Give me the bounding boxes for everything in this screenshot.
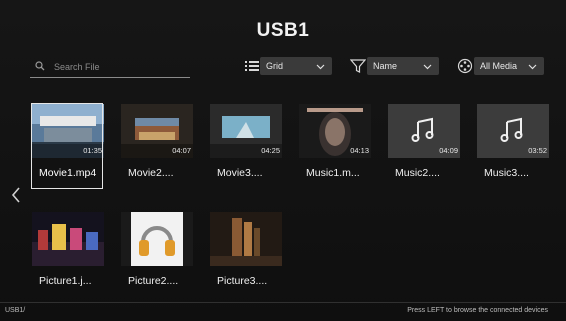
grid-view-icon (245, 61, 259, 71)
duration-label: 04:13 (350, 146, 369, 155)
picture-thumbnail (32, 212, 104, 266)
tile-label: Picture1.j... (39, 275, 92, 287)
tile-label: Music3.... (484, 167, 529, 179)
media-tile-music1[interactable]: 04:13 Music1.m... (299, 104, 373, 190)
tile-label: Music2.... (395, 167, 440, 179)
tile-label: Movie1.mp4 (39, 167, 97, 179)
duration-label: 03:52 (528, 146, 547, 155)
footer-divider (0, 302, 566, 303)
picture-thumbnail (121, 212, 193, 266)
media-tile-movie2[interactable]: 04:07 Movie2.... (121, 104, 195, 190)
media-tile-picture2[interactable]: Picture2.... (121, 212, 195, 298)
picture-thumbnail (210, 212, 282, 266)
tile-label: Movie2.... (128, 167, 174, 179)
media-dropdown-value: All Media (480, 61, 518, 71)
view-dropdown-value: Grid (266, 61, 284, 71)
duration-label: 04:07 (172, 146, 191, 155)
duration-label: 04:25 (261, 146, 280, 155)
media-tile-movie3[interactable]: 04:25 Movie3.... (210, 104, 284, 190)
media-tile-picture1[interactable]: Picture1.j... (32, 212, 106, 298)
tile-label: Picture2.... (128, 275, 179, 287)
media-tile-movie1[interactable]: 01:35 Movie1.mp4 (31, 103, 106, 190)
media-tile-picture3[interactable]: Picture3.... (210, 212, 284, 298)
sort-dropdown[interactable]: Name (367, 57, 439, 75)
chevron-down-icon (423, 64, 432, 70)
media-reel-icon (457, 58, 473, 74)
filter-icon (350, 59, 366, 73)
media-tile-music2[interactable]: 04:09 Music2.... (388, 104, 462, 190)
tile-label: Picture3.... (217, 275, 268, 287)
search-input[interactable] (52, 57, 186, 77)
tile-label: Music1.m... (306, 167, 360, 179)
current-path: USB1/ (5, 307, 26, 314)
search-field[interactable] (30, 55, 190, 78)
duration-label: 01:35 (83, 146, 102, 155)
sort-dropdown-value: Name (373, 61, 398, 71)
chevron-down-icon (528, 64, 537, 70)
left-arrow-icon[interactable] (10, 186, 22, 204)
view-dropdown[interactable]: Grid (260, 57, 332, 75)
search-icon (35, 61, 45, 71)
page-title: USB1 (256, 20, 310, 41)
media-tile-music3[interactable]: 03:52 Music3.... (477, 104, 551, 190)
media-dropdown[interactable]: All Media (474, 57, 544, 75)
tile-label: Movie3.... (217, 167, 263, 179)
navigation-hint: Press LEFT to browse the connected devic… (407, 307, 548, 314)
chevron-down-icon (316, 64, 325, 70)
duration-label: 04:09 (439, 146, 458, 155)
